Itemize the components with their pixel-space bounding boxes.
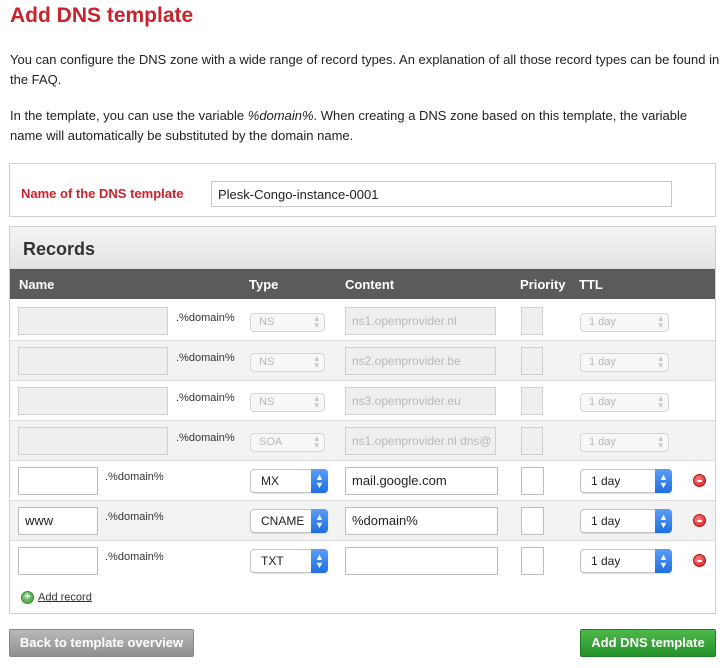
- template-name-panel: Name of the DNS template Plesk-Congo-ins…: [9, 163, 716, 217]
- record-ttl-select[interactable]: 1 day ▲ ▼: [580, 509, 672, 533]
- record-row-soa: .%domain% SOA ▴ ▾ ns1.openprovider.nl dns@…: [10, 421, 715, 461]
- domain-suffix: .%domain%: [105, 551, 164, 563]
- record-row-cname: www .%domain% CNAME ▲ ▼ %domain% 1 day ▲ ▼: [10, 501, 715, 541]
- chevron-updown-icon: ▴ ▾: [314, 433, 319, 450]
- record-type-select[interactable]: MX ▲ ▼: [250, 469, 328, 493]
- chevron-updown-icon: ▴ ▾: [658, 433, 663, 450]
- records-table-header: Name Type Content Priority TTL: [10, 269, 715, 299]
- record-name-input: [18, 387, 168, 415]
- record-priority-input: [521, 387, 543, 415]
- record-content-input: ns3.openprovider.eu: [345, 387, 496, 415]
- page-title: Add DNS template: [10, 4, 194, 27]
- record-content-input: ns1.openprovider.nl dns@: [345, 427, 496, 455]
- record-content-input[interactable]: [345, 547, 498, 575]
- add-dns-template-button[interactable]: Add DNS template: [580, 629, 716, 657]
- col-content: Content: [345, 277, 395, 292]
- plus-icon: +: [21, 591, 34, 604]
- domain-suffix: .%domain%: [176, 432, 235, 444]
- delete-record-icon[interactable]: [693, 554, 706, 567]
- record-ttl-select: 1 day ▴ ▾: [580, 433, 669, 452]
- chevron-updown-icon: ▴ ▾: [658, 393, 663, 410]
- record-content-input: ns2.openprovider.be: [345, 347, 496, 375]
- record-content-input[interactable]: %domain%: [345, 507, 498, 535]
- record-name-input[interactable]: [18, 467, 98, 495]
- record-ttl-select: 1 day ▴ ▾: [580, 313, 669, 332]
- record-type-select: NS ▴ ▾: [250, 393, 325, 412]
- chevron-updown-icon: ▲ ▼: [655, 549, 672, 573]
- template-name-label: Name of the DNS template: [21, 186, 184, 201]
- record-content-input: ns1.openprovider.nl: [345, 307, 496, 335]
- record-type-select: SOA ▴ ▾: [250, 433, 325, 452]
- back-to-overview-button[interactable]: Back to template overview: [9, 629, 194, 657]
- record-priority-input[interactable]: [521, 507, 544, 535]
- record-name-input: [18, 347, 168, 375]
- record-priority-input: [521, 427, 543, 455]
- records-panel: Records Name Type Content Priority TTL .…: [9, 226, 716, 614]
- record-priority-input: [521, 347, 543, 375]
- chevron-updown-icon: ▲ ▼: [655, 469, 672, 493]
- chevron-updown-icon: ▴ ▾: [658, 353, 663, 370]
- chevron-updown-icon: ▲ ▼: [311, 549, 328, 573]
- delete-record-icon[interactable]: [693, 514, 706, 527]
- domain-variable: %domain%: [247, 108, 314, 123]
- record-priority-input[interactable]: [521, 547, 544, 575]
- template-name-input[interactable]: Plesk-Congo-instance-0001: [211, 181, 672, 207]
- record-priority-input: [521, 307, 543, 335]
- domain-suffix: .%domain%: [176, 352, 235, 364]
- record-row-ns1: .%domain% NS ▴ ▾ ns1.openprovider.nl 1 day…: [10, 301, 715, 341]
- col-name: Name: [19, 277, 55, 292]
- record-row-mx: .%domain% MX ▲ ▼ mail.google.com 1 day ▲ ▼: [10, 461, 715, 501]
- domain-suffix: .%domain%: [105, 471, 164, 483]
- col-ttl: TTL: [579, 277, 603, 292]
- chevron-updown-icon: ▴ ▾: [314, 393, 319, 410]
- delete-record-icon[interactable]: [693, 474, 706, 487]
- record-name-input[interactable]: [18, 547, 98, 575]
- chevron-updown-icon: ▴ ▾: [314, 353, 319, 370]
- domain-suffix: .%domain%: [176, 312, 235, 324]
- records-title: Records: [23, 239, 96, 259]
- col-type: Type: [249, 277, 279, 292]
- record-ttl-select: 1 day ▴ ▾: [580, 353, 669, 372]
- intro-text: You can configure the DNS zone with a wi…: [10, 52, 720, 87]
- record-type-select[interactable]: CNAME ▲ ▼: [250, 509, 328, 533]
- record-type-select[interactable]: TXT ▲ ▼: [250, 549, 328, 573]
- record-row-ns2: .%domain% NS ▴ ▾ ns2.openprovider.be 1 day…: [10, 341, 715, 381]
- chevron-updown-icon: ▲ ▼: [311, 509, 328, 533]
- domain-suffix: .%domain%: [176, 392, 235, 404]
- record-ttl-select: 1 day ▴ ▾: [580, 393, 669, 412]
- records-header: Records: [10, 227, 715, 269]
- record-ttl-select[interactable]: 1 day ▲ ▼: [580, 549, 672, 573]
- record-row-txt: .%domain% TXT ▲ ▼ 1 day ▲ ▼: [10, 541, 715, 581]
- record-type-select: NS ▴ ▾: [250, 313, 325, 332]
- record-name-input: [18, 307, 168, 335]
- record-priority-input[interactable]: [521, 467, 544, 495]
- add-record-link[interactable]: + Add record: [21, 591, 92, 604]
- chevron-updown-icon: ▴ ▾: [658, 313, 663, 330]
- record-name-input[interactable]: www: [18, 507, 98, 535]
- intro-variable-text: In the template, you can use the variabl…: [10, 108, 688, 143]
- chevron-updown-icon: ▲ ▼: [655, 509, 672, 533]
- chevron-updown-icon: ▲ ▼: [311, 469, 328, 493]
- record-name-input: [18, 427, 168, 455]
- record-row-ns3: .%domain% NS ▴ ▾ ns3.openprovider.eu 1 day…: [10, 381, 715, 421]
- record-content-input[interactable]: mail.google.com: [345, 467, 498, 495]
- record-type-select: NS ▴ ▾: [250, 353, 325, 372]
- col-priority: Priority: [520, 277, 566, 292]
- record-ttl-select[interactable]: 1 day ▲ ▼: [580, 469, 672, 493]
- domain-suffix: .%domain%: [105, 511, 164, 523]
- chevron-updown-icon: ▴ ▾: [314, 313, 319, 330]
